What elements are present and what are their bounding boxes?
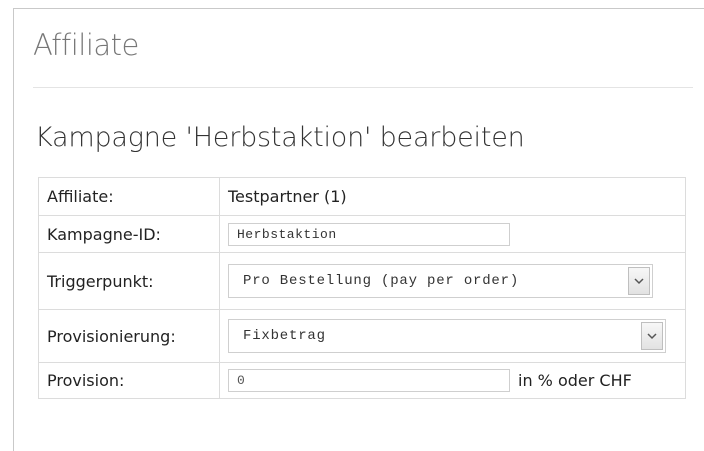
campaign-id-cell bbox=[219, 215, 686, 253]
commission-unit: in % oder CHF bbox=[518, 371, 632, 390]
section-title: Kampagne 'Herbstaktion' bearbeiten bbox=[35, 122, 525, 153]
affiliate-label: Affiliate: bbox=[38, 177, 220, 216]
form-row-commission: Provision: in % oder CHF bbox=[38, 362, 686, 399]
trigger-select-value: Pro Bestellung (pay per order) bbox=[243, 273, 520, 289]
campaign-id-label: Kampagne-ID: bbox=[38, 215, 220, 253]
form-row-trigger: Triggerpunkt: Pro Bestellung (pay per or… bbox=[38, 252, 686, 310]
commission-label: Provision: bbox=[38, 362, 220, 399]
commission-type-cell: Fixbetrag bbox=[219, 309, 686, 363]
chevron-down-icon[interactable] bbox=[641, 322, 663, 350]
commission-input[interactable] bbox=[228, 369, 510, 392]
chevron-down-icon[interactable] bbox=[628, 267, 650, 295]
form-row-commission-type: Provisionierung: Fixbetrag bbox=[38, 309, 686, 363]
trigger-label: Triggerpunkt: bbox=[38, 252, 220, 310]
commission-cell: in % oder CHF bbox=[219, 362, 686, 399]
campaign-form-table: Affiliate: Testpartner (1) Kampagne-ID: … bbox=[38, 177, 686, 399]
form-row-campaign-id: Kampagne-ID: bbox=[38, 215, 686, 253]
commission-type-label: Provisionierung: bbox=[38, 309, 220, 363]
commission-type-select-value: Fixbetrag bbox=[243, 328, 326, 344]
trigger-cell: Pro Bestellung (pay per order) bbox=[219, 252, 686, 310]
trigger-select[interactable]: Pro Bestellung (pay per order) bbox=[228, 264, 653, 298]
campaign-id-input[interactable] bbox=[228, 222, 510, 246]
affiliate-value: Testpartner (1) bbox=[219, 177, 686, 216]
page-title: Affiliate bbox=[33, 28, 139, 62]
form-row-affiliate: Affiliate: Testpartner (1) bbox=[38, 177, 686, 216]
title-divider bbox=[33, 87, 693, 88]
content-panel: Affiliate Kampagne 'Herbstaktion' bearbe… bbox=[13, 8, 704, 451]
commission-type-select[interactable]: Fixbetrag bbox=[228, 319, 666, 353]
